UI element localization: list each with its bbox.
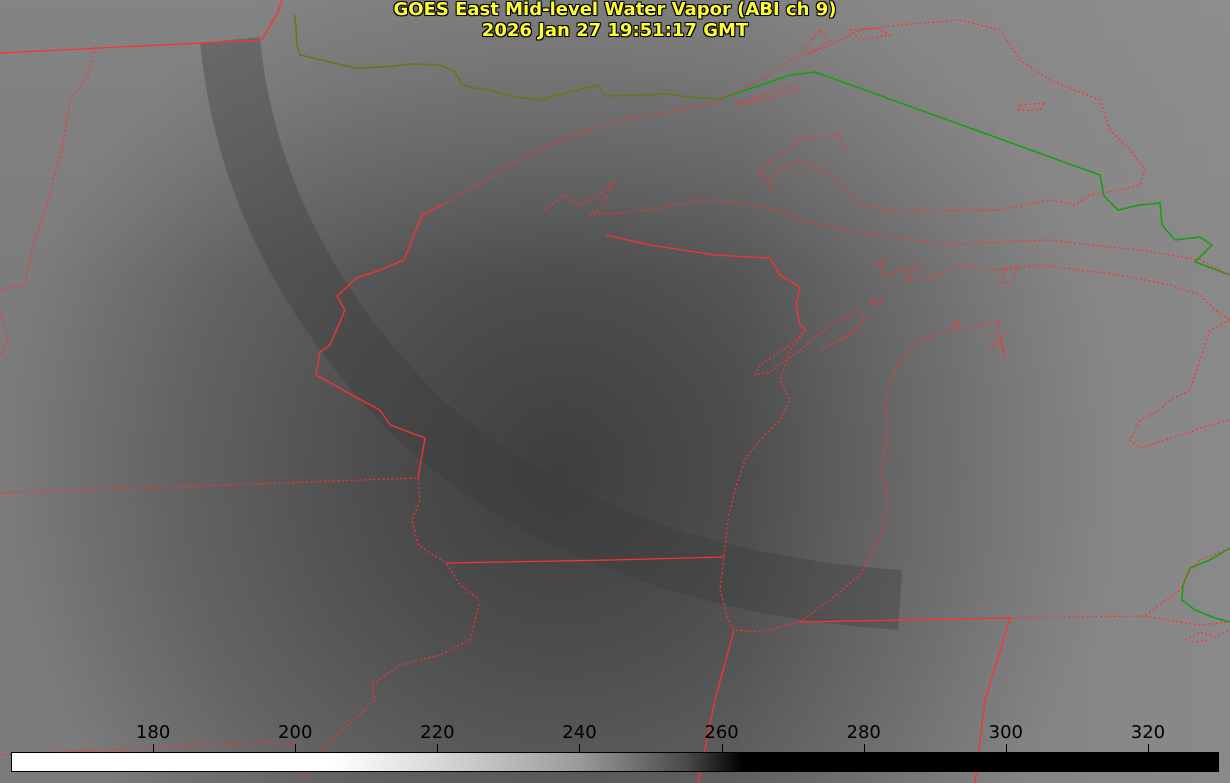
water-vapor-imagery — [0, 0, 1230, 783]
satellite-map: GOES East Mid-level Water Vapor (ABI ch … — [0, 0, 1230, 783]
temperature-colorbar — [11, 752, 1219, 772]
colorbar-tick-label: 220 — [420, 722, 455, 743]
colorbar-tick-label: 200 — [278, 722, 313, 743]
colorbar-tick-mark — [295, 744, 296, 752]
colorbar-tick-label: 300 — [988, 722, 1023, 743]
colorbar-tick-label: 280 — [846, 722, 881, 743]
colorbar-tick-mark — [579, 744, 580, 752]
image-title: GOES East Mid-level Water Vapor (ABI ch … — [393, 0, 837, 20]
colorbar-tick-mark — [722, 744, 723, 752]
colorbar-tick-label: 240 — [562, 722, 597, 743]
colorbar-tick-mark — [1006, 744, 1007, 752]
colorbar-tick-mark — [437, 744, 438, 752]
colorbar-tick-label: 180 — [135, 722, 171, 743]
colorbar-tick-label: 260 — [704, 722, 739, 743]
image-timestamp: 2026 Jan 27 19:51:17 GMT — [481, 20, 749, 41]
colorbar-tick-mark — [1148, 744, 1149, 752]
colorbar-tick-label: 320 — [1130, 722, 1166, 743]
colorbar-tick-mark — [864, 744, 865, 752]
colorbar-tick-mark — [153, 744, 154, 752]
